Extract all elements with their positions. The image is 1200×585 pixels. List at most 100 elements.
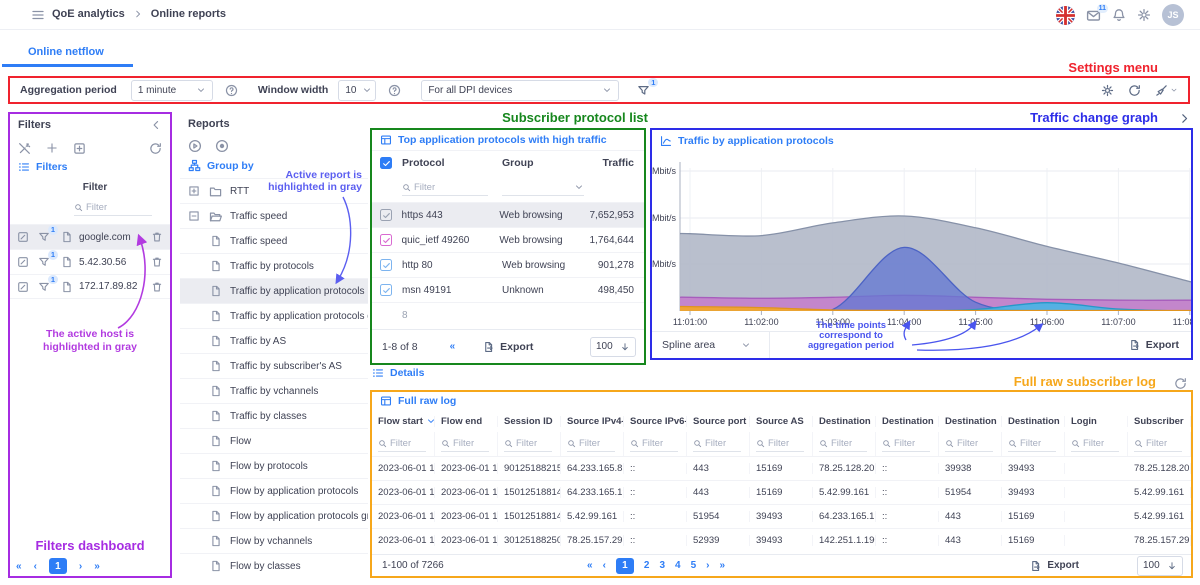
protocol-row-quic-ietf-49260[interactable]: quic_ietf 49260 Web browsing 1,764,644 — [372, 227, 644, 252]
refresh-icon[interactable] — [149, 142, 162, 155]
help-icon[interactable] — [225, 84, 238, 97]
rawlog-col-10-destination[interactable]: Destination — [1002, 416, 1065, 427]
delete-filter-icon[interactable] — [151, 231, 163, 243]
page-prev-button[interactable]: ‹ — [34, 561, 37, 572]
rawlog-filter-input[interactable] — [1083, 438, 1119, 449]
group-filter-select[interactable] — [502, 182, 584, 196]
rawlog-col-6-source-as[interactable]: Source AS — [750, 416, 813, 427]
rawlog-row[interactable]: 2023-06-01 112023-06-01 1115012518814316… — [372, 480, 1191, 504]
filter-row-google-com[interactable]: 1 google.com — [10, 224, 170, 249]
rawlog-col-3-source-ipv4[interactable]: Source IPv4- — [561, 416, 624, 427]
tree-report-traffic-by-classes[interactable]: Traffic by classes — [180, 403, 368, 428]
expand-node-icon[interactable] — [188, 185, 200, 197]
tree-report-flow-by-application-protocols[interactable]: Flow by application protocols — [180, 478, 368, 503]
page-3-button[interactable]: 3 — [659, 560, 665, 571]
rawlog-filter-input[interactable] — [705, 438, 741, 449]
rawlog-row[interactable]: 2023-06-01 112023-06-01 1190125188215586… — [372, 456, 1191, 480]
rawlog-col-0-flow-start[interactable]: Flow start — [372, 416, 435, 427]
page-4-button[interactable]: 4 — [675, 560, 681, 571]
sort-icon[interactable] — [426, 416, 435, 426]
column-protocol[interactable]: Protocol — [402, 157, 502, 169]
start-icon[interactable] — [188, 139, 202, 153]
window-width-select[interactable]: 10 — [338, 80, 376, 101]
rawlog-col-8-destination[interactable]: Destination — [876, 416, 939, 427]
group-by-control[interactable]: Group by — [188, 159, 254, 172]
rawlog-col-7-destination[interactable]: Destination — [813, 416, 876, 427]
rawlog-filter-input[interactable] — [453, 438, 489, 449]
rawlog-col-2-session-id[interactable]: Session ID — [498, 416, 561, 427]
protocol-row-msn-49191[interactable]: msn 49191 Unknown 498,450 — [372, 277, 644, 302]
tree-report-flow-by-protocols[interactable]: Flow by protocols — [180, 453, 368, 478]
page-size-select[interactable]: 100 — [590, 337, 636, 357]
filter-funnel[interactable]: 1 — [38, 281, 50, 293]
breadcrumb-online-reports[interactable]: Online reports — [151, 8, 226, 20]
rawlog-col-11-login[interactable]: Login — [1065, 416, 1128, 427]
tree-report-flow-by-classes[interactable]: Flow by classes — [180, 553, 368, 578]
rawlog-filter-input[interactable] — [894, 438, 930, 449]
details-link[interactable]: Details — [372, 367, 424, 379]
page-first-button[interactable]: « — [587, 560, 593, 571]
protocol-row-https-443[interactable]: https 443 Web browsing 7,652,953 — [372, 202, 644, 227]
rawlog-filter-input[interactable] — [1020, 438, 1056, 449]
filter-row-172-17-89-82[interactable]: 1 172.17.89.82 — [10, 274, 170, 299]
hamburger-menu-icon[interactable] — [30, 8, 46, 22]
rawlog-col-12-subscriber[interactable]: Subscriber — [1128, 416, 1191, 427]
tree-report-traffic-by-subscriber-s-as[interactable]: Traffic by subscriber's AS — [180, 353, 368, 378]
language-flag-icon[interactable] — [1056, 6, 1075, 25]
magic-wand-icon[interactable] — [18, 142, 31, 155]
tree-report-traffic-by-vchannels[interactable]: Traffic by vchannels — [180, 378, 368, 403]
filter-row-5-42-30-56[interactable]: 1 5.42.30.56 — [10, 249, 170, 274]
rawlog-filter-input[interactable] — [642, 438, 678, 449]
refresh-icon[interactable] — [1128, 84, 1141, 97]
help-icon[interactable] — [388, 84, 401, 97]
row-checkbox[interactable] — [380, 234, 392, 246]
tree-report-traffic-by-application-protocols-gr[interactable]: Traffic by application protocols gr — [180, 303, 368, 328]
column-traffic[interactable]: Traffic — [594, 157, 644, 169]
settings-filter-funnel[interactable]: 1 — [637, 84, 650, 97]
page-5-button[interactable]: 5 — [691, 560, 697, 571]
page-prev-button[interactable]: ‹ — [603, 560, 606, 571]
tree-report-flow[interactable]: Flow — [180, 428, 368, 453]
filter-name[interactable]: google.com — [79, 232, 151, 243]
row-checkbox[interactable] — [380, 209, 392, 221]
rawlog-col-1-flow-end[interactable]: Flow end — [435, 416, 498, 427]
page-next-button[interactable]: › — [706, 560, 709, 571]
group-filter-input[interactable] — [502, 182, 571, 193]
filters-section-header[interactable]: Filters — [18, 161, 68, 173]
refresh-icon[interactable] — [1174, 377, 1187, 390]
delete-filter-icon[interactable] — [151, 281, 163, 293]
page-last-button[interactable]: » — [94, 561, 100, 572]
notifications-icon[interactable] — [1112, 8, 1126, 22]
filter-funnel[interactable]: 1 — [38, 256, 50, 268]
filter-search-input[interactable] — [86, 202, 152, 213]
delete-filter-icon[interactable] — [151, 256, 163, 268]
page-size-select[interactable]: 100 — [1137, 556, 1183, 576]
filter-name[interactable]: 5.42.30.56 — [79, 257, 151, 268]
avatar[interactable]: JS — [1162, 4, 1184, 26]
messages-icon[interactable]: 11 — [1086, 8, 1101, 23]
edit-filter-icon[interactable] — [17, 256, 29, 268]
tree-report-flow-by-application-protocols-grou[interactable]: Flow by application protocols grou — [180, 503, 368, 528]
select-all-checkbox[interactable] — [380, 157, 392, 169]
dpi-devices-select[interactable]: For all DPI devices — [421, 80, 619, 101]
tree-report-traffic-speed[interactable]: Traffic speed — [180, 228, 368, 253]
page-next-button[interactable]: › — [79, 561, 82, 572]
filter-funnel[interactable]: 1 — [38, 231, 50, 243]
edit-filter-icon[interactable] — [17, 281, 29, 293]
add-filter-icon[interactable] — [46, 142, 58, 154]
page-current[interactable]: 1 — [49, 558, 67, 574]
aggregation-period-select[interactable]: 1 minute — [131, 80, 213, 101]
rawlog-filter-input[interactable] — [579, 438, 615, 449]
record-icon[interactable] — [215, 139, 229, 153]
export-button[interactable]: Export — [1030, 560, 1079, 572]
tree-report-flow-by-vchannels[interactable]: Flow by vchannels — [180, 528, 368, 553]
add-filter-table-icon[interactable] — [73, 142, 86, 155]
collapse-node-icon[interactable] — [188, 210, 200, 222]
rawlog-filter-input[interactable] — [516, 438, 552, 449]
export-button[interactable]: Export — [483, 341, 533, 353]
page-first-button[interactable]: « — [16, 561, 22, 572]
report-settings-gear-icon[interactable] — [1101, 84, 1114, 97]
rawlog-row[interactable]: 2023-06-01 112023-06-01 1115012518814315… — [372, 504, 1191, 528]
tree-report-traffic-by-application-protocols[interactable]: Traffic by application protocols — [180, 278, 368, 303]
page-first-button[interactable]: « — [450, 341, 456, 352]
